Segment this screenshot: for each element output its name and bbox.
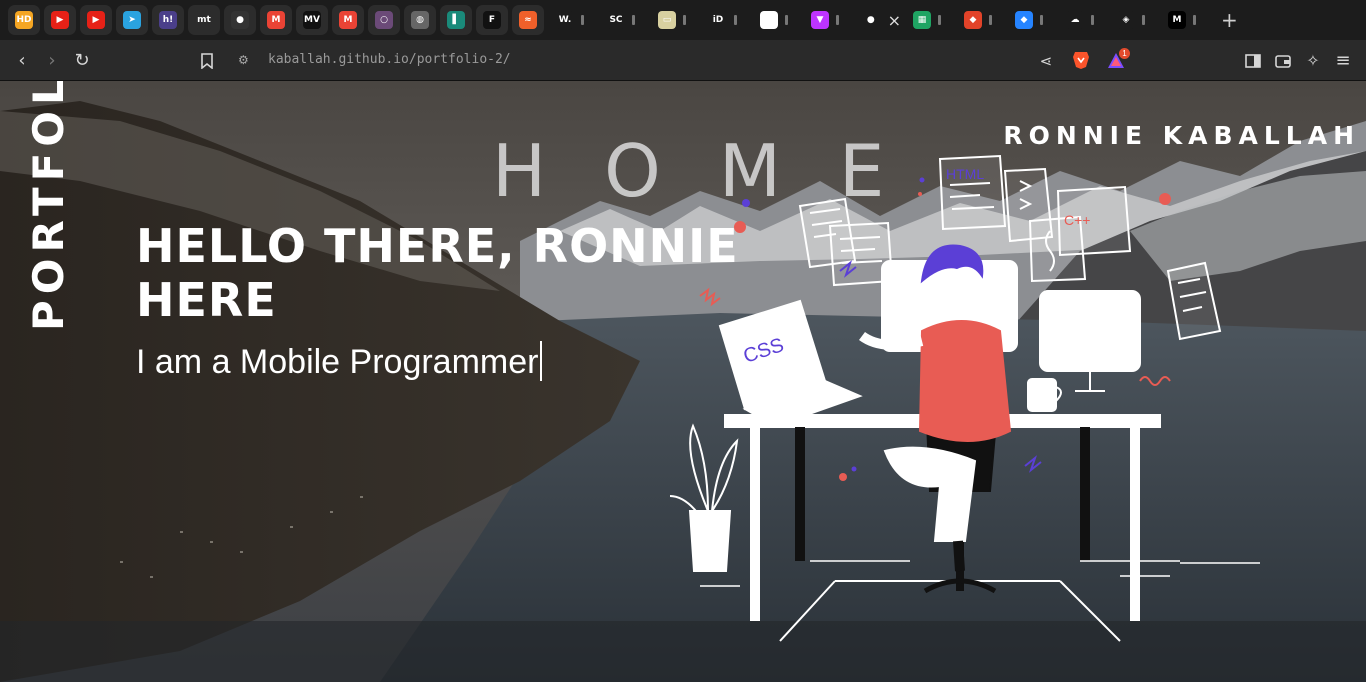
github-icon: ● bbox=[231, 11, 249, 29]
browser-tab[interactable]: mt bbox=[188, 5, 220, 35]
programmer-illustration: CSS HTML C++ bbox=[669, 154, 1260, 642]
browser-tab[interactable]: MV bbox=[296, 5, 328, 35]
github-icon: ● bbox=[862, 11, 880, 29]
sheets-icon: ▦ bbox=[913, 11, 931, 29]
brand-name: RONNIE KABALLAH bbox=[1003, 121, 1360, 150]
tab-title-stub bbox=[734, 15, 737, 25]
leo-ai-icon[interactable]: ✧ bbox=[1302, 50, 1324, 72]
id-icon: iD bbox=[709, 11, 727, 29]
tab-title-stub bbox=[683, 15, 686, 25]
browser-tab[interactable]: ▶ bbox=[44, 5, 76, 35]
tab-title-stub bbox=[581, 15, 584, 25]
url-text: kaballah.github.io/portfolio-2/ bbox=[268, 52, 511, 67]
browser-tab[interactable]: ○ bbox=[368, 5, 400, 35]
jira-icon: ◆ bbox=[1015, 11, 1033, 29]
vite-icon: ▼ bbox=[811, 11, 829, 29]
bookmark-icon: ▌ bbox=[447, 11, 465, 29]
tab-title-stub bbox=[785, 15, 788, 25]
gmail-icon: M bbox=[267, 11, 285, 29]
sidebar-toggle-icon[interactable] bbox=[1242, 50, 1264, 72]
browser-tab[interactable]: M bbox=[1160, 5, 1207, 35]
cloud-icon: ☁ bbox=[1066, 11, 1084, 29]
tab-title-stub bbox=[1142, 15, 1145, 25]
browser-tab[interactable]: G bbox=[752, 5, 799, 35]
globe-icon: ◍ bbox=[411, 11, 429, 29]
site-info-icon[interactable]: ⚙ bbox=[238, 53, 254, 69]
browser-tab[interactable]: h! bbox=[152, 5, 184, 35]
browser-tab[interactable]: ▶ bbox=[80, 5, 112, 35]
tab-title-stub bbox=[1193, 15, 1196, 25]
back-icon[interactable]: ‹ bbox=[11, 50, 33, 72]
google-icon: G bbox=[760, 11, 778, 29]
typing-caret bbox=[540, 341, 543, 381]
browser-tab[interactable]: ▌ bbox=[440, 5, 472, 35]
tab-title-stub bbox=[1091, 15, 1094, 25]
browser-tab[interactable]: ☁ bbox=[1058, 5, 1105, 35]
brave-icon: ◈ bbox=[1117, 11, 1135, 29]
browser-tab[interactable]: ▭ bbox=[650, 5, 697, 35]
page-viewport: PORTFOLIO RONNIE KABALLAH HOME HELLO THE… bbox=[0, 81, 1366, 682]
browser-tab[interactable]: ◆ bbox=[956, 5, 1003, 35]
browser-toolbar: ‹ › ↻ ⚙ kaballah.github.io/portfolio-2/ … bbox=[0, 40, 1366, 81]
browser-tab[interactable]: ◈ bbox=[1109, 5, 1156, 35]
tab-title-stub bbox=[836, 15, 839, 25]
typed-text: I am a Mobile Programmer bbox=[136, 343, 539, 381]
tab-strip: HD ▶ ▶ ➤ h! mt ● M MV M ○ ◍ ▌ F ≈ W. SC ▭ iD G ▼ ● × ▦ ◆ ◆ ☁ ◈ M + bbox=[0, 0, 1366, 40]
browser-tab[interactable]: ● × bbox=[854, 5, 901, 35]
close-tab-icon[interactable]: × bbox=[888, 11, 901, 30]
menu-icon[interactable]: ≡ bbox=[1332, 50, 1354, 72]
file-html-label: HTML bbox=[946, 166, 984, 182]
medium-icon: M bbox=[1168, 11, 1186, 29]
browser-tab[interactable]: M bbox=[260, 5, 292, 35]
new-tab-icon[interactable]: + bbox=[1221, 8, 1238, 32]
reload-icon[interactable]: ↻ bbox=[71, 50, 93, 72]
telegram-icon: ➤ bbox=[123, 11, 141, 29]
youtube-icon: ▶ bbox=[87, 11, 105, 29]
tab-title-stub bbox=[1040, 15, 1043, 25]
browser-tab[interactable]: ● bbox=[224, 5, 256, 35]
address-bar[interactable]: ⚙ kaballah.github.io/portfolio-2/ bbox=[228, 47, 1074, 75]
browser-tab[interactable]: M bbox=[332, 5, 364, 35]
gitlab-icon: ◆ bbox=[964, 11, 982, 29]
hackerrank-icon: h! bbox=[159, 11, 177, 29]
browser-tab[interactable]: ≈ bbox=[512, 5, 544, 35]
youtube-icon: ▶ bbox=[51, 11, 69, 29]
w-icon: W. bbox=[556, 11, 574, 29]
sc-icon: SC bbox=[607, 11, 625, 29]
file-cpp-label: C++ bbox=[1064, 212, 1090, 228]
browser-tab[interactable]: ▼ bbox=[803, 5, 850, 35]
portfolio-vertical-title: PORTFOLIO bbox=[24, 81, 73, 331]
browser-tab[interactable]: F bbox=[476, 5, 508, 35]
image-icon: ▭ bbox=[658, 11, 676, 29]
browser-tab[interactable]: ➤ bbox=[116, 5, 148, 35]
browser-tab[interactable]: W. bbox=[548, 5, 595, 35]
hero-subtitle: I am a Mobile Programmer bbox=[136, 341, 543, 382]
chart-icon: ≈ bbox=[519, 11, 537, 29]
circle-icon: ○ bbox=[375, 11, 393, 29]
browser-tab[interactable]: ◆ bbox=[1007, 5, 1054, 35]
forward-icon[interactable]: › bbox=[41, 50, 63, 72]
hd-icon: HD bbox=[15, 11, 33, 29]
brave-shields-icon[interactable] bbox=[1071, 50, 1091, 70]
browser-tab[interactable]: ◍ bbox=[404, 5, 436, 35]
mt-icon: mt bbox=[195, 11, 213, 29]
browser-tab[interactable]: HD bbox=[8, 5, 40, 35]
browser-tab[interactable]: ▦ bbox=[905, 5, 952, 35]
share-icon[interactable]: ⋖ bbox=[1035, 50, 1057, 72]
tab-title-stub bbox=[989, 15, 992, 25]
bookmark-icon[interactable] bbox=[196, 50, 218, 72]
browser-tab[interactable]: SC bbox=[599, 5, 646, 35]
gmail-icon: M bbox=[339, 11, 357, 29]
wallet-icon[interactable] bbox=[1272, 50, 1294, 72]
tab-title-stub bbox=[938, 15, 941, 25]
movie-icon: MV bbox=[303, 11, 321, 29]
tab-title-stub bbox=[632, 15, 635, 25]
browser-tab[interactable]: iD bbox=[701, 5, 748, 35]
framer-icon: F bbox=[483, 11, 501, 29]
rewards-badge: 1 bbox=[1119, 48, 1130, 59]
